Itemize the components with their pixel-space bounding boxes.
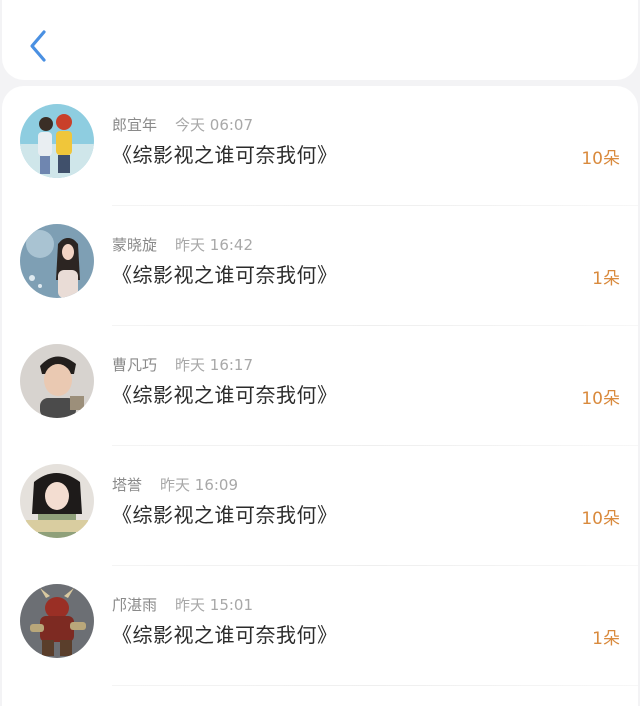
item-meta: 郎宜年 今天 06:07 [112,114,253,135]
list-item[interactable]: 蒙晓旋 昨天 16:42 《综影视之谁可奈我何》 1朵 [2,206,638,326]
book-title[interactable]: 《综影视之谁可奈我何》 [112,379,338,408]
avatar[interactable] [20,464,94,538]
item-meta: 邝湛雨 昨天 15:01 [112,594,253,615]
gift-list: 郎宜年 今天 06:07 《综影视之谁可奈我何》 10朵 蒙晓旋 昨天 16:42 … [2,86,638,706]
avatar[interactable] [20,344,94,418]
back-button[interactable] [18,24,58,68]
timestamp: 昨天 16:42 [175,236,254,254]
book-title[interactable]: 《综影视之谁可奈我何》 [112,499,338,528]
flower-count: 10朵 [581,149,620,169]
timestamp: 昨天 16:09 [160,476,239,494]
flower-count: 1朵 [592,269,620,289]
flower-count: 10朵 [581,509,620,529]
timestamp: 昨天 15:01 [175,596,254,614]
divider [112,685,638,686]
top-bar [2,0,638,80]
item-meta: 曹凡巧 昨天 16:17 [112,354,253,375]
timestamp: 今天 06:07 [175,116,254,134]
flower-count: 10朵 [581,389,620,409]
item-meta: 蒙晓旋 昨天 16:42 [112,234,253,255]
item-meta: 塔誉 昨天 16:09 [112,474,238,495]
list-item[interactable]: 曹凡巧 昨天 16:17 《综影视之谁可奈我何》 10朵 [2,326,638,446]
avatar[interactable] [20,584,94,658]
list-item[interactable]: 塔誉 昨天 16:09 《综影视之谁可奈我何》 10朵 [2,446,638,566]
chevron-left-icon [30,30,46,62]
user-name[interactable]: 邝湛雨 [112,596,157,614]
avatar[interactable] [20,104,94,178]
avatar[interactable] [20,224,94,298]
list-item[interactable]: 邝湛雨 昨天 15:01 《综影视之谁可奈我何》 1朵 [2,566,638,686]
list-item[interactable]: 郎宜年 今天 06:07 《综影视之谁可奈我何》 10朵 [2,86,638,206]
book-title[interactable]: 《综影视之谁可奈我何》 [112,619,338,648]
user-name[interactable]: 蒙晓旋 [112,236,157,254]
book-title[interactable]: 《综影视之谁可奈我何》 [112,259,338,288]
user-name[interactable]: 郎宜年 [112,116,157,134]
user-name[interactable]: 曹凡巧 [112,356,157,374]
timestamp: 昨天 16:17 [175,356,254,374]
book-title[interactable]: 《综影视之谁可奈我何》 [112,139,338,168]
user-name[interactable]: 塔誉 [112,476,142,494]
flower-count: 1朵 [592,629,620,649]
